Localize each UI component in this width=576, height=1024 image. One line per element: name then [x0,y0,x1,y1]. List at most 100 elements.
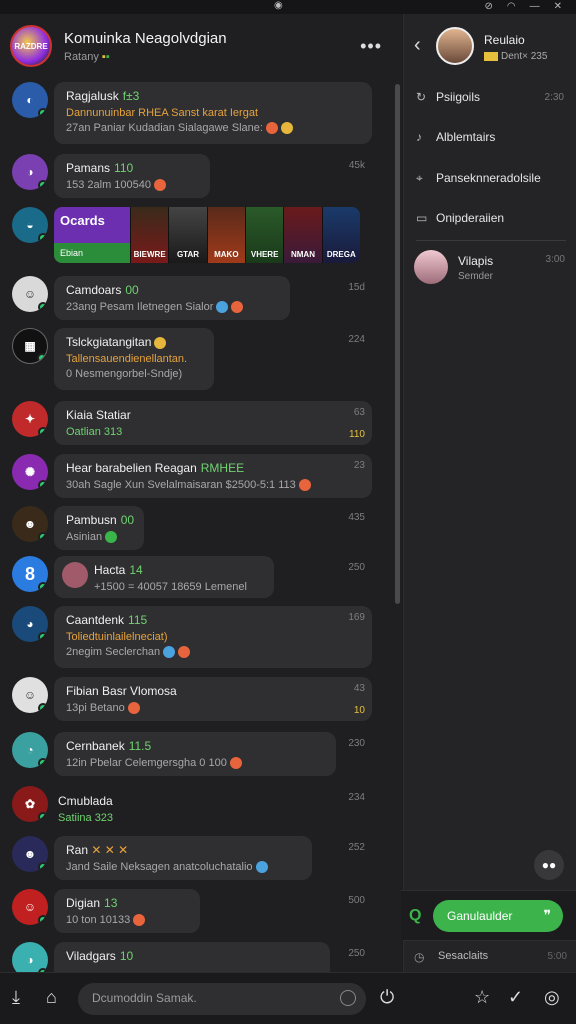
message-bubble[interactable]: Viladgars 10 [54,942,330,972]
wifi-icon: ◠ [506,1,516,12]
contact-status: Semder [458,271,494,282]
message-bubble[interactable]: Cernbanek 11.5 12in Pbelar Celemgersgha 0… [54,732,336,776]
gallery-image[interactable]: BIEWRE [130,207,169,263]
avatar: ◕ [12,606,48,642]
message-bubble[interactable]: Digian 13 10 ton 10133 [54,889,200,933]
message-time: 435 [348,512,365,523]
contact-avatar[interactable] [436,27,474,65]
sender-name: Pambusn 00 [66,513,135,527]
message-bubble[interactable]: Pambusn 00 Asinian [54,506,144,550]
message-time: 15d [348,282,365,293]
message-bubble[interactable]: Cmublada Satiina 323 [58,794,113,824]
contact-row[interactable]: Vilapis Semder 3:00 [414,250,569,286]
message-line: Jand Saile Neksagen anatcoluchatalio [66,861,300,874]
sender-name: Hear barabelien Reagan RMHEE [66,461,245,475]
menu-item-psiigoils[interactable]: ↻ Psiigoils [416,90,566,104]
message-bubble[interactable]: Camdoars 00 23ang Pesam Iletnegen Sialor [54,276,290,320]
refresh-icon: ↻ [416,90,427,104]
message-time: 234 [348,792,365,803]
footer-label: Sesaclaits [438,950,489,962]
sender-tag: f±3 [122,89,140,103]
chat-subtitle: Ratany ▪▪ [64,50,110,63]
sender-name: Cmublada [58,794,113,808]
emoji-icon [178,646,191,659]
avatar: ◑ [12,154,48,190]
message-line: Toliedtuinlailelneciat) [66,631,168,643]
message-line: Tallensauendienellantan. [66,353,188,365]
avatar: ☺ [12,276,48,312]
gallery-image[interactable]: NMAN [283,207,322,263]
message-time: 252 [348,842,365,853]
message-bubble[interactable]: Hacta 14 +1500 = 40057 18659 Lemenel [54,556,274,598]
details-panel: ‹ Reulaio Dent× 235 ↻ Psiigoils 2:30 ♪ Alb… [401,14,576,972]
message-line: 10 ton 10133 [66,914,188,927]
sender-tag: 10 [119,949,134,963]
more-icon[interactable]: ••• [360,36,382,57]
message-line: Asinian [66,531,132,544]
menu-item-onipderaiien[interactable]: ▭ Onipderaiien [416,211,566,225]
clock-icon[interactable] [340,990,356,1006]
minimize-icon[interactable]: — [530,0,540,14]
message-input[interactable]: Dcumoddin Samak. [78,983,366,1015]
back-icon[interactable]: ‹ [414,34,421,57]
green-action-button[interactable]: Ganulaulder ❞ [433,900,563,932]
message-time: 500 [348,895,365,906]
footer-time: 5:00 [547,951,567,962]
menu-item-pansekn[interactable]: ⌖ Panseknneradolsile [416,171,566,186]
alert-icon: ⊘ [484,1,493,12]
bottom-toolbar: ⤓ ⌂ Dcumoddin Samak. ⏻ ☆ ✓ ◎ [0,972,576,1024]
message-bubble[interactable]: Caantdenk 115 Toliedtuinlailelneciat) 2ne… [54,606,372,668]
menu-item-alblemtairs[interactable]: ♪ Alblemtairs [416,130,566,144]
message-bubble[interactable]: Fibian Basr Vlomosa 13pi Betano [54,677,372,721]
action-bar: Q Ganulaulder ❞ [401,890,576,940]
power-icon[interactable]: ⏻ [380,987,394,1008]
gallery-image[interactable]: GTAR [168,207,207,263]
message-line: 30ah Sagle Xun Svelalmaisaran $2500-5:1 … [66,479,360,492]
message-line: 27an Paniar Kudadian Sialagawe Slane: [66,122,360,135]
message-bubble[interactable]: Kiaia Statiar Oatlian 313 [54,401,372,445]
avatar: ▦ [12,328,48,364]
emoji-icon [127,702,140,715]
message-line: +1500 = 40057 18659 Lemenel [94,581,247,593]
gallery-image[interactable]: MAKO [206,207,245,263]
check-icon[interactable]: ✓ [508,987,523,1008]
message-bubble[interactable]: Ragjalusk f±3 Dannunuinbar RHEA Sanst kar… [54,82,372,144]
close-icon[interactable]: ✕ [554,0,562,14]
sender-name: Camdoars 00 [66,283,139,297]
star-icon[interactable]: ☆ [474,987,490,1008]
avatar: ☻ [12,506,48,542]
gallery-image[interactable]: DREGA [321,207,360,263]
emoji-icon [154,179,167,192]
message-line: Satiina 323 [58,812,114,824]
avatar: ◒ [12,207,48,243]
panel-footer[interactable]: ◷ Sesaclaits 5:00 [404,940,576,972]
lock-icon[interactable]: ⌂ [46,987,57,1008]
search-icon[interactable]: Q [409,907,421,925]
message-bubble[interactable]: Pamans 110 153 2alm 100540 [54,154,210,198]
contact-time: 3:00 [545,254,565,265]
folder-icon: ▭ [416,211,428,225]
emoji-icon [265,122,278,135]
scrollbar[interactable] [395,84,400,604]
contact-name: Vilapis [458,254,494,268]
settings-icon[interactable]: ◎ [544,987,560,1008]
avatar [62,562,88,588]
message-count: 10 [353,705,365,716]
message-line: 23ang Pesam Iletnegen Sialor [66,301,278,314]
attach-icon[interactable]: ⤓ [12,987,20,1008]
message-bubble[interactable]: Hear barabelien Reagan RMHEE 30ah Sagle X… [54,454,372,498]
message-bubble[interactable]: Tslckgiatangitan Tallensauendienellantan… [54,328,214,390]
sender-tag: 00 [120,513,135,527]
sender-tag: 14 [129,563,143,577]
message-time: 169 [348,612,365,623]
group-logo[interactable]: RAZDRE [10,25,52,67]
media-gallery[interactable]: Ocards Ebian BIEWRE GTAR MAKO VHERE NMAN… [54,207,360,263]
chat-title: Komuinka Neagolvdgian [64,29,227,47]
gallery-image[interactable]: VHERE [244,207,284,263]
chat-bubble-button[interactable]: ●● [534,850,564,880]
quote-icon: ❞ [543,907,551,923]
sender-tag: 110 [114,161,134,175]
message-bubble[interactable]: Ran ✕ ✕ ✕ Jand Saile Neksagen anatcoluch… [54,836,312,880]
message-time: 43 [353,683,365,694]
gallery-cover[interactable]: Ocards Ebian [54,207,130,263]
